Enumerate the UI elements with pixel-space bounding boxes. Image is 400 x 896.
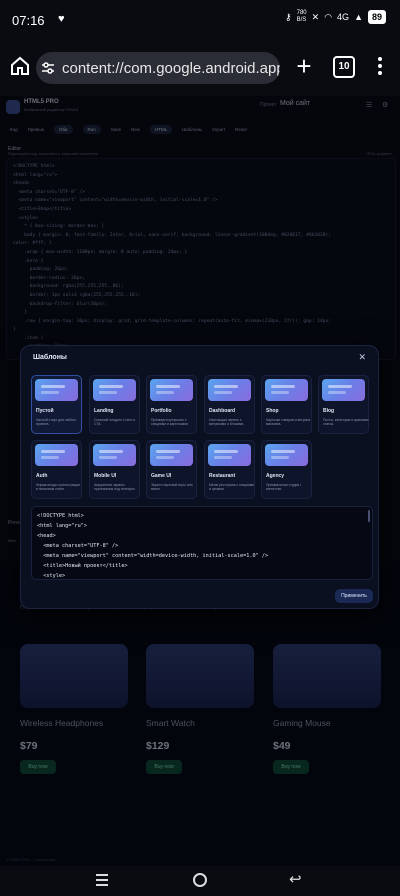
template-description: Форма входа и регистрации в неоновом сти… [36,483,81,492]
template-name: Blog [323,408,335,414]
template-thumbnail [93,379,136,401]
template-thumbnail [208,379,251,401]
back-icon[interactable]: ↩ [289,870,302,888]
browser-menu-icon[interactable] [374,54,386,78]
template-description: Меню ресторана с секциями и ценами. [209,483,255,492]
template-description: Экран стартовой игры или меню. [151,483,193,492]
browser-toolbar: content://com.google.android.apps.n + 10 [0,40,400,96]
modal-title: Шаблоны [33,354,67,361]
template-blank[interactable]: Пустой Чистый старт для любого проекта. [31,375,82,434]
template-name: Game UI [151,473,172,479]
new-tab-button[interactable]: + [290,52,318,80]
template-code: <!DOCTYPE html> <html lang="ru"> <head> … [37,513,269,579]
template-agency[interactable]: Agency Премиальная студия / агентство. [261,440,312,499]
network-type: 4G [337,12,350,22]
template-thumbnail [322,379,365,401]
template-thumbnail [265,379,308,401]
template-auth[interactable]: Auth Форма входа и регистрации в неоново… [31,440,82,499]
wifi-icon: ◠ [324,11,333,22]
template-description: Аккуратные экраны приложения под телефон… [94,483,136,492]
template-game-ui[interactable]: Game UI Экран стартовой игры или меню. [146,440,197,499]
template-dashboard[interactable]: Dashboard Настоящая панель с метриками и… [204,375,255,434]
template-description: Карточки товаров и витрина магазина. [266,418,311,427]
url-text: content://com.google.android.apps.n [62,59,280,77]
battery-indicator: 89 [367,10,386,24]
heart-icon: ♥ [58,13,65,25]
address-bar[interactable]: content://com.google.android.apps.n [36,52,280,84]
close-icon[interactable]: ✕ [358,352,366,363]
template-name: Dashboard [209,408,236,414]
tune-icon[interactable] [40,57,56,79]
templates-modal: Шаблоны ✕ Пустой Чистый старт для любого… [20,345,379,609]
tab-switcher-button[interactable]: 10 [333,56,355,78]
template-thumbnail [150,444,193,466]
status-icons: ⚷ 780 B/S ✕ ◠ 4G ▲ 89 [285,10,386,24]
template-description: Сильный лендинг с hero и CTA. [94,418,136,427]
template-shop[interactable]: Shop Карточки товаров и витрина магазина… [261,375,312,434]
template-name: Auth [36,473,48,479]
home-nav-icon[interactable] [193,873,207,887]
template-name: Portfolio [151,408,172,414]
template-thumbnail [150,379,193,401]
template-mobile-ui[interactable]: Mobile UI Аккуратные экраны приложения п… [89,440,140,499]
template-description: Премиум портфолио с секциями и карточкам… [151,418,189,427]
template-thumbnail [35,379,78,401]
network-speed: 780 B/S [296,10,307,23]
apply-button[interactable]: Применить [335,589,373,603]
template-description: Настоящая панель с метриками и блоками. [209,418,245,427]
template-blog[interactable]: Blog Посты, категории и красивая статья. [318,375,369,434]
navigation-bar: ↩ [0,866,400,896]
code-scrollbar[interactable] [368,510,370,522]
template-thumbnail [35,444,78,466]
recents-icon[interactable] [96,874,108,886]
template-name: Agency [266,473,285,479]
key-icon: ⚷ [285,11,292,22]
template-name: Mobile UI [94,473,117,479]
template-description: Посты, категории и красивая статья. [323,418,369,427]
signal-icon: ▲ [354,12,363,22]
mute-icon: ✕ [311,11,320,22]
template-landing[interactable]: Landing Сильный лендинг с hero и CTA. [89,375,140,434]
template-portfolio[interactable]: Portfolio Премиум портфолио с секциями и… [146,375,197,434]
status-bar: 07:16 ♥ ⚷ 780 B/S ✕ ◠ 4G ▲ 89 [0,0,400,40]
template-name: Landing [94,408,114,414]
template-description: Чистый старт для любого проекта. [36,418,77,427]
template-name: Пустой [36,408,54,414]
template-description: Премиальная студия / агентство. [266,483,302,492]
template-name: Shop [266,408,279,414]
template-thumbnail [208,444,251,466]
template-name: Restaurant [209,473,236,479]
template-restaurant[interactable]: Restaurant Меню ресторана с секциями и ц… [204,440,255,499]
template-code-preview[interactable]: <!DOCTYPE html> <html lang="ru"> <head> … [31,506,373,580]
status-time: 07:16 [12,13,45,28]
template-thumbnail [93,444,136,466]
template-thumbnail [265,444,308,466]
home-icon[interactable] [8,54,32,78]
